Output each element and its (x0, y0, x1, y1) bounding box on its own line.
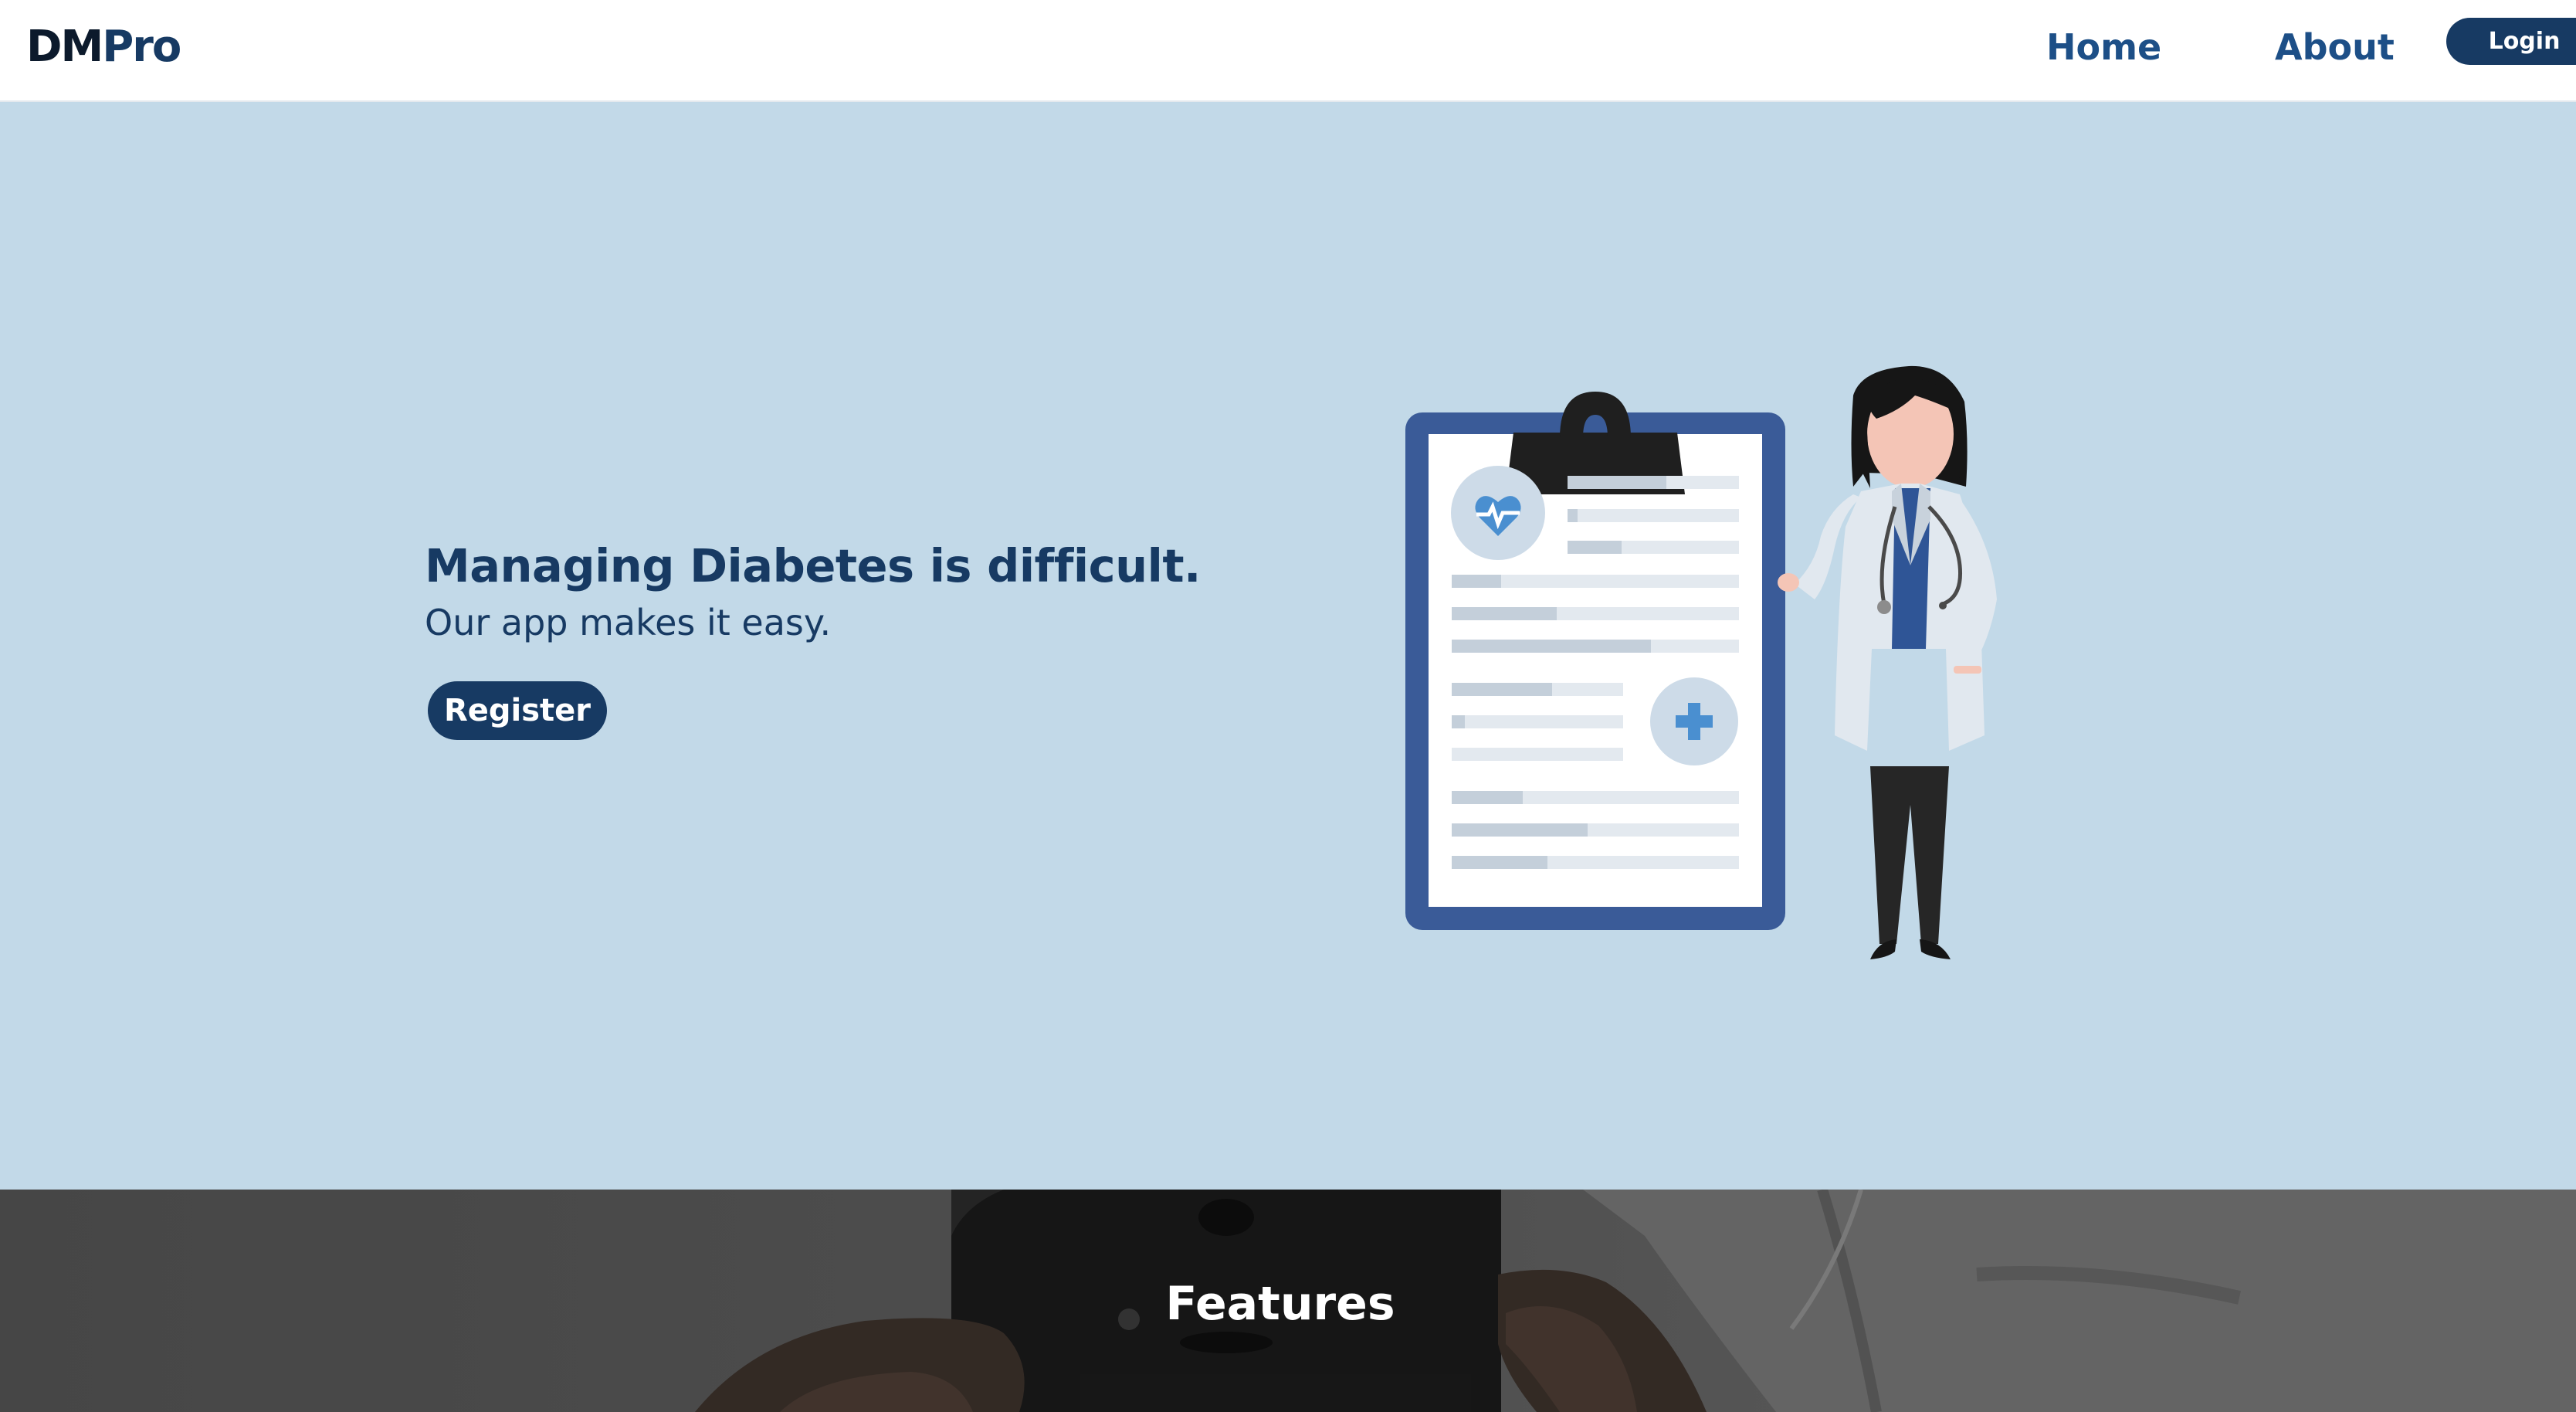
register-button[interactable]: Register (428, 681, 607, 740)
hero-section: Managing Diabetes is difficult. Our app … (0, 102, 2576, 1190)
hero-subtitle: Our app makes it easy. (425, 602, 832, 643)
hero-title: Managing Diabetes is difficult. (425, 539, 1201, 592)
features-section: Features (0, 1190, 2576, 1412)
features-title: Features (1165, 1277, 1395, 1331)
doctor-clipboard-illustration (1405, 365, 1997, 959)
logo-pro-text: Pro (102, 22, 181, 72)
nav-home-link[interactable]: Home (2046, 23, 2161, 71)
brand-logo[interactable]: DMPro (26, 19, 181, 76)
doctor-figure (1778, 365, 1997, 959)
nav-about-link[interactable]: About (2275, 23, 2395, 71)
clipboard-icon (1405, 392, 1785, 930)
logo-dm-text: DM (26, 22, 103, 72)
top-navbar: DMPro Home About Login (0, 0, 2576, 102)
login-button[interactable]: Login (2446, 18, 2576, 65)
